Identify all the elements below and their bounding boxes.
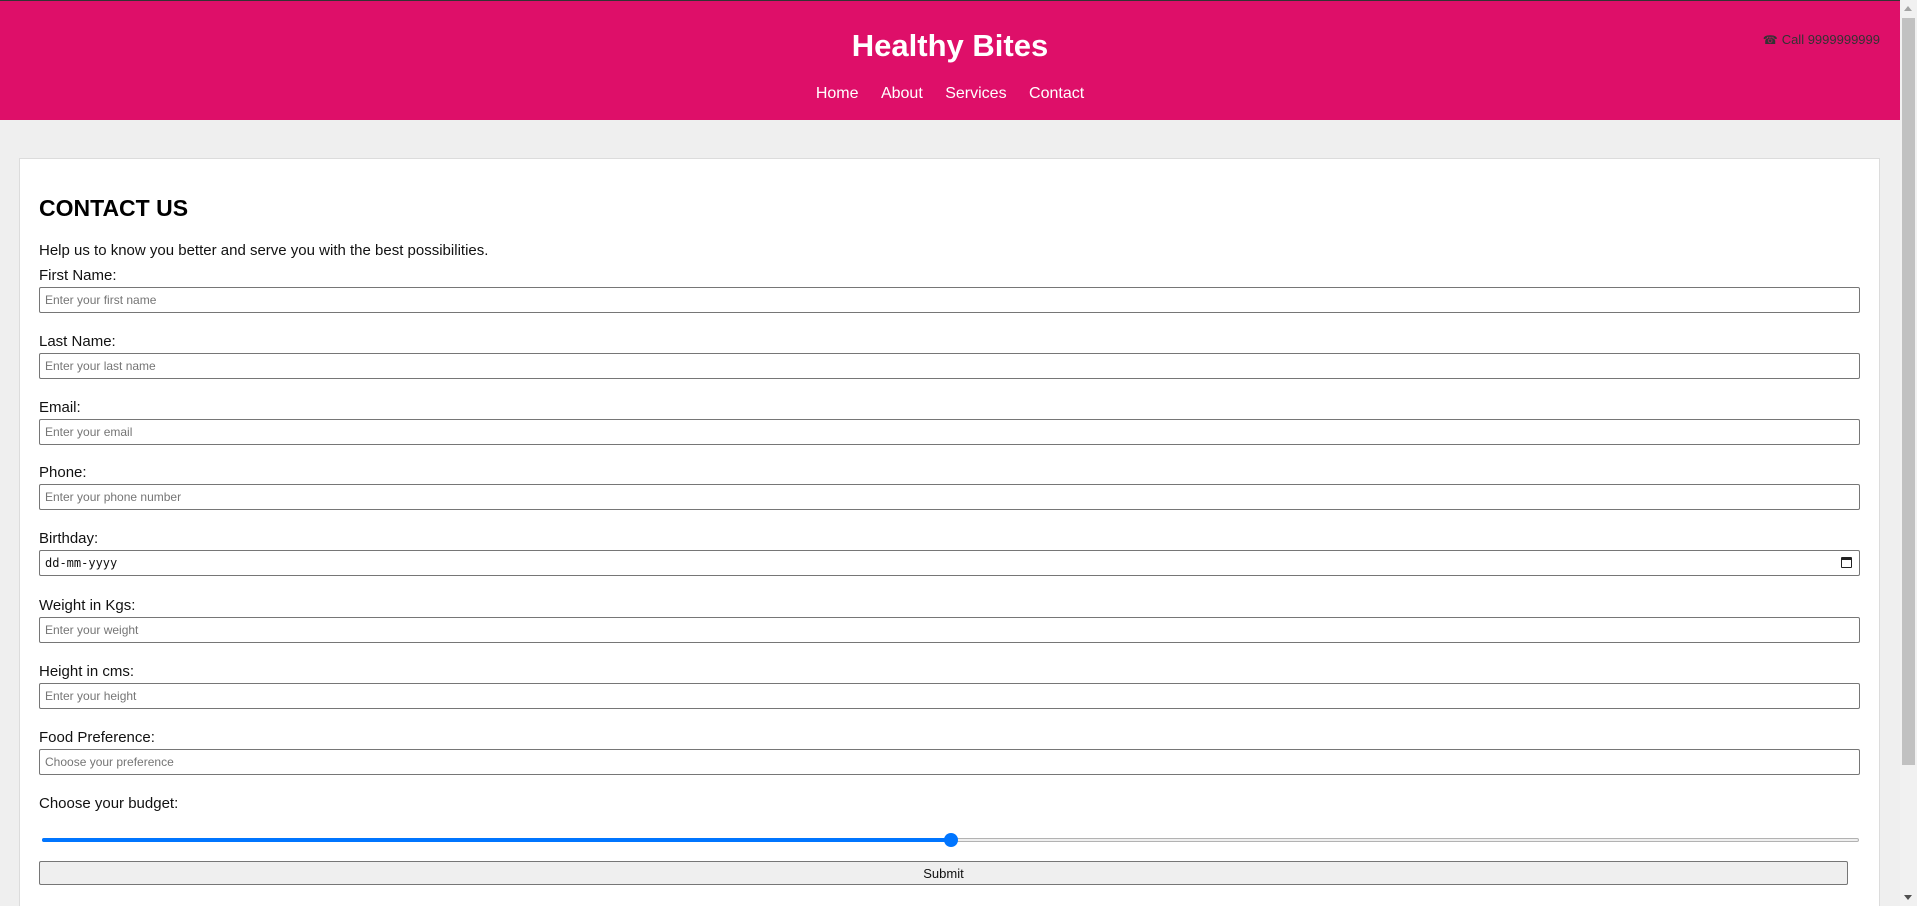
nav-home[interactable]: Home <box>816 85 859 102</box>
site-brand: Healthy Bites <box>851 28 1049 63</box>
nav-contact[interactable]: Contact <box>1029 85 1084 102</box>
birthday-input[interactable]: dd-mm-yyyy <box>39 550 1860 576</box>
intro-text: Help us to know you better and serve you… <box>39 242 489 259</box>
first-name-input[interactable] <box>39 287 1860 313</box>
slider-fill <box>42 838 951 842</box>
call-text: Call 9999999999 <box>1781 32 1880 47</box>
nav-services[interactable]: Services <box>945 85 1006 102</box>
contact-card: CONTACT US Help us to know you better an… <box>19 158 1880 906</box>
phone-label: Phone: <box>39 464 87 481</box>
phone-input[interactable] <box>39 484 1860 510</box>
site-header: Healthy Bites Home About Services Contac… <box>0 0 1900 120</box>
weight-label: Weight in Kgs: <box>39 597 136 614</box>
scroll-up-arrow-icon[interactable] <box>1904 6 1912 11</box>
email-input[interactable] <box>39 419 1860 445</box>
last-name-input[interactable] <box>39 353 1860 379</box>
birthday-label: Birthday: <box>39 530 99 547</box>
scroll-down-arrow-icon[interactable] <box>1904 895 1912 900</box>
budget-slider[interactable] <box>42 833 1859 847</box>
page-title: CONTACT US <box>39 195 189 221</box>
birthday-value: dd-mm-yyyy <box>45 556 118 570</box>
call-info: ☎ Call 9999999999 <box>1763 32 1880 47</box>
food-preference-label: Food Preference: <box>39 729 155 746</box>
weight-input[interactable] <box>39 617 1860 643</box>
slider-thumb[interactable] <box>943 833 958 847</box>
height-label: Height in cms: <box>39 663 135 680</box>
height-input[interactable] <box>39 683 1860 709</box>
nav-about[interactable]: About <box>881 85 923 102</box>
email-label: Email: <box>39 399 81 416</box>
submit-button[interactable]: Submit <box>39 861 1848 885</box>
main-nav: Home About Services Contact <box>0 85 1900 103</box>
calendar-icon[interactable] <box>1841 557 1852 568</box>
budget-label: Choose your budget: <box>39 795 179 812</box>
phone-icon: ☎ <box>1762 33 1778 47</box>
page-viewport: Healthy Bites Home About Services Contac… <box>0 0 1900 906</box>
last-name-label: Last Name: <box>39 333 116 350</box>
food-preference-input[interactable] <box>39 749 1860 775</box>
first-name-label: First Name: <box>39 267 117 284</box>
page-scrollbar[interactable] <box>1900 0 1917 906</box>
scrollbar-thumb[interactable] <box>1902 18 1915 765</box>
